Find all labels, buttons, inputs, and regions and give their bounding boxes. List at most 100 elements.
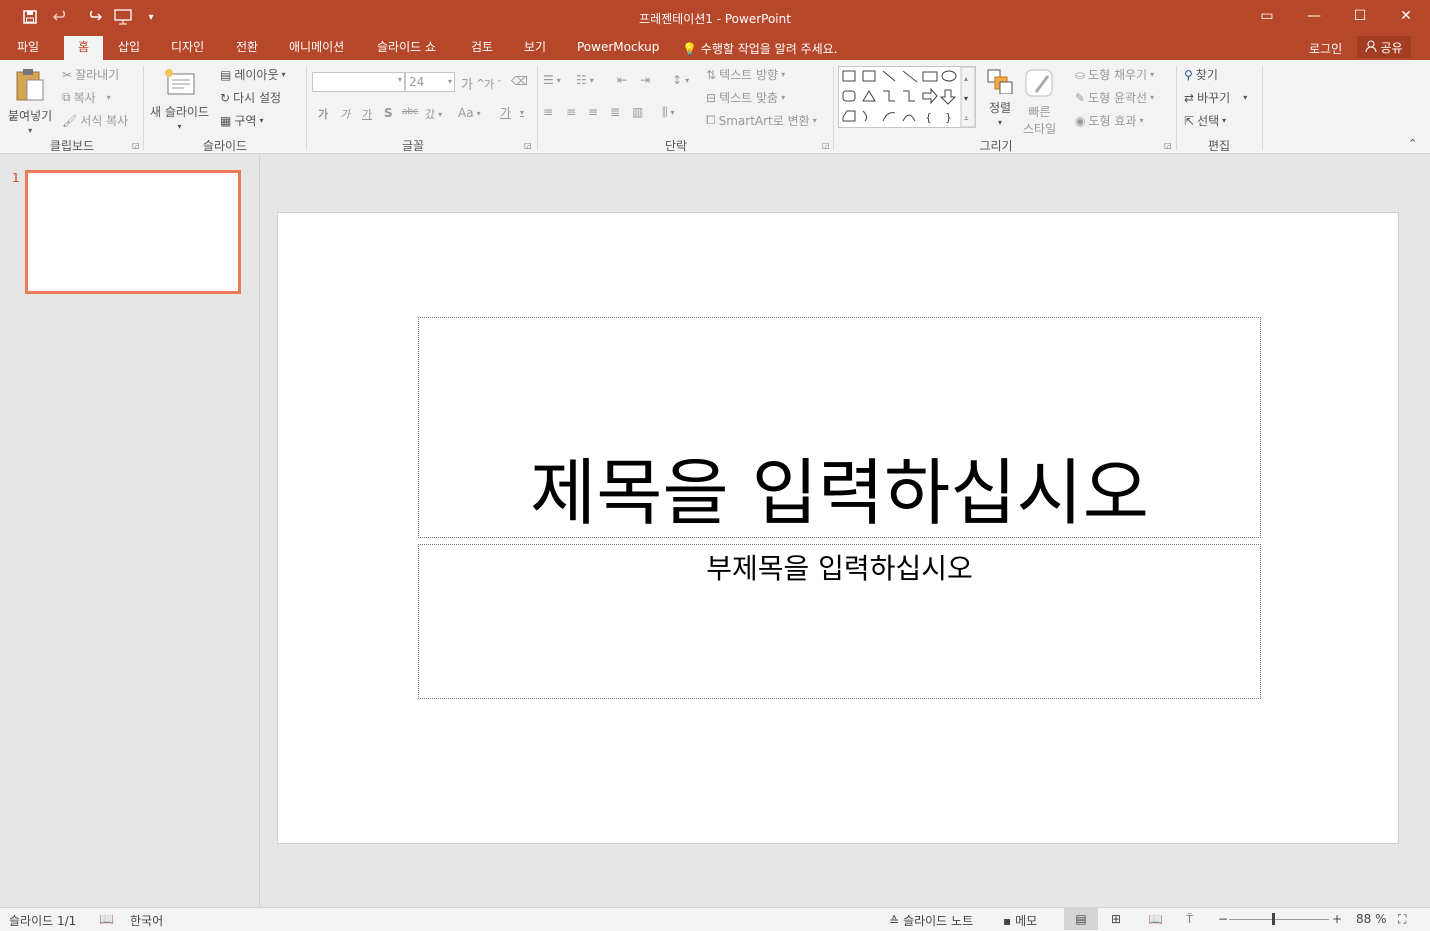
- grow-font-button[interactable]: 가 ^: [461, 74, 485, 93]
- find-button[interactable]: ⚲ 찾기: [1184, 66, 1218, 83]
- paragraph-launcher-icon[interactable]: ◲: [822, 141, 830, 150]
- zoom-out-icon[interactable]: −: [1218, 912, 1228, 926]
- tab-review[interactable]: 검토: [462, 36, 502, 60]
- subtitle-placeholder[interactable]: 부제목을 입력하십시오: [418, 544, 1261, 699]
- convert-smartart-button[interactable]: ⧠ SmartArt로 변환 ▾: [706, 112, 817, 129]
- maximize-button[interactable]: ☐: [1337, 0, 1383, 32]
- format-painter-button[interactable]: 🖌 서식 복사: [62, 112, 128, 129]
- replace-button[interactable]: ⇄ 바꾸기 ▾: [1184, 89, 1247, 106]
- character-spacing-button[interactable]: 갔 ▾: [425, 106, 442, 122]
- section-dropdown-icon: ▾: [259, 116, 264, 125]
- title-placeholder[interactable]: 제목을 입력하십시오: [418, 317, 1261, 538]
- effects-icon: ◉: [1075, 113, 1086, 128]
- slide-sorter-icon[interactable]: ⊞: [1111, 912, 1121, 926]
- tell-me-box[interactable]: 💡 수행할 작업을 알려 주세요.: [682, 40, 837, 57]
- shapes-gallery[interactable]: {} ▴ ▾ ⩡: [838, 66, 976, 128]
- tab-animations[interactable]: 애니메이션: [280, 36, 353, 60]
- align-text-button[interactable]: ⊟ 텍스트 맞춤 ▾: [706, 89, 785, 106]
- distributed-icon[interactable]: ▥: [632, 105, 643, 119]
- change-case-button[interactable]: Aa ▾: [458, 106, 481, 120]
- paste-button[interactable]: 붙여넣기 ▾: [8, 68, 52, 135]
- clipboard-launcher-icon[interactable]: ◲: [132, 141, 140, 150]
- layout-icon: ▤: [220, 67, 232, 82]
- minimize-button[interactable]: —: [1291, 0, 1337, 32]
- tab-powermockup[interactable]: PowerMockup: [568, 36, 668, 60]
- svg-text:▴: ▴: [964, 74, 968, 83]
- text-shadow-button[interactable]: S: [384, 106, 393, 120]
- smartart-label: SmartArt로 변환: [718, 114, 810, 128]
- font-launcher-icon[interactable]: ◲: [524, 141, 532, 150]
- strikethrough-button[interactable]: abc: [402, 107, 418, 117]
- chevron-down-icon: ▾: [447, 77, 452, 86]
- tab-view[interactable]: 보기: [515, 36, 555, 60]
- comments-button[interactable]: ▪ 메모: [1003, 912, 1037, 929]
- clear-formatting-icon[interactable]: ⌫: [511, 74, 528, 88]
- tab-file[interactable]: 파일: [8, 36, 48, 60]
- close-button[interactable]: ✕: [1383, 0, 1429, 32]
- tab-transitions[interactable]: 전환: [227, 36, 267, 60]
- layout-button[interactable]: ▤ 레이아웃 ▾: [220, 66, 286, 83]
- numbering-icon[interactable]: ☷ ▾: [576, 73, 594, 87]
- copy-button[interactable]: ⧉ 복사 ▾: [62, 89, 111, 106]
- normal-view-icon[interactable]: ▤: [1064, 908, 1098, 930]
- quick-styles-button[interactable]: 빠른 스타일: [1023, 68, 1056, 137]
- align-left-icon[interactable]: ≡: [543, 105, 553, 119]
- tab-home[interactable]: 홈: [64, 36, 103, 60]
- shape-fill-button[interactable]: ⛀ 도형 채우기 ▾: [1075, 66, 1154, 83]
- window-title: 프레젠테이션1 - PowerPoint: [639, 12, 791, 26]
- section-button[interactable]: ▦ 구역 ▾: [220, 112, 263, 129]
- text-direction-button[interactable]: ⇅ 텍스트 방향 ▾: [706, 66, 785, 83]
- bold-button[interactable]: 가: [318, 106, 328, 122]
- zoom-in-icon[interactable]: +: [1332, 912, 1342, 926]
- collapse-ribbon-icon[interactable]: ⌃: [1408, 137, 1417, 150]
- select-button[interactable]: ⇱ 선택 ▾: [1184, 112, 1226, 129]
- share-button[interactable]: 공유: [1357, 36, 1411, 58]
- ribbon-tabs: 파일 홈 삽입 디자인 전환 애니메이션 슬라이드 쇼 검토 보기 PowerM…: [0, 36, 1430, 60]
- reset-button[interactable]: ↻ 다시 설정: [220, 89, 281, 106]
- slideshow-view-icon[interactable]: ⍑: [1186, 912, 1193, 927]
- columns-icon[interactable]: ⫼ ▾: [662, 105, 675, 120]
- arrange-button[interactable]: 정렬 ▾: [986, 68, 1014, 127]
- zoom-slider-track[interactable]: [1229, 919, 1329, 920]
- shape-effects-button[interactable]: ◉ 도형 효과 ▾: [1075, 112, 1143, 129]
- italic-button[interactable]: 가: [340, 106, 350, 122]
- justify-icon[interactable]: ≣: [610, 105, 620, 119]
- shrink-font-button[interactable]: 가ˇ: [484, 76, 502, 92]
- text-direction-icon: ⇅: [706, 67, 717, 82]
- zoom-level[interactable]: 88 %: [1356, 912, 1387, 926]
- bullets-icon[interactable]: ☰ ▾: [543, 73, 561, 87]
- ribbon-display-options-button[interactable]: ▭: [1244, 0, 1290, 32]
- tab-design[interactable]: 디자인: [162, 36, 213, 60]
- reading-view-icon[interactable]: 📖: [1148, 912, 1163, 926]
- zoom-slider-thumb[interactable]: [1272, 913, 1275, 925]
- spelling-check-icon[interactable]: 📖: [99, 912, 114, 926]
- slide-canvas[interactable]: 제목을 입력하십시오 부제목을 입력하십시오: [277, 212, 1399, 844]
- fit-to-window-icon[interactable]: ⛶: [1398, 912, 1406, 927]
- align-center-icon[interactable]: ≡: [566, 105, 576, 119]
- decrease-indent-icon[interactable]: ⇤: [617, 73, 627, 87]
- bold-label: 가: [318, 108, 329, 121]
- login-link[interactable]: 로그인: [1309, 40, 1342, 57]
- clipboard-group-label: 클립보드: [49, 139, 95, 153]
- search-icon: ⚲: [1184, 67, 1193, 82]
- align-right-icon[interactable]: ≡: [588, 105, 598, 119]
- notes-button[interactable]: ≙ 슬라이드 노트: [889, 912, 973, 929]
- shape-outline-button[interactable]: ✎ 도형 윤곽선 ▾: [1075, 89, 1154, 106]
- slide-number: 1: [12, 171, 20, 185]
- line-spacing-icon[interactable]: ↕ ▾: [672, 73, 689, 87]
- tab-slideshow[interactable]: 슬라이드 쇼: [368, 36, 445, 60]
- language-indicator[interactable]: 한국어: [130, 912, 163, 929]
- drawing-launcher-icon[interactable]: ◲: [1164, 141, 1172, 150]
- font-color-button[interactable]: 가 ▾: [500, 104, 524, 121]
- new-slide-button[interactable]: 새 슬라이드 ▾: [150, 68, 209, 131]
- increase-indent-icon[interactable]: ⇥: [640, 73, 650, 87]
- font-name-combo[interactable]: ▾: [312, 72, 405, 92]
- cut-button[interactable]: ✂ 잘라내기: [62, 66, 119, 83]
- tab-insert[interactable]: 삽입: [109, 36, 149, 60]
- paste-icon: [14, 68, 46, 105]
- slide-thumbnail[interactable]: [25, 170, 241, 294]
- font-size-combo[interactable]: 24 ▾: [405, 72, 455, 92]
- drawing-group-label: 그리기: [979, 139, 1013, 153]
- underline-button[interactable]: 가: [362, 106, 372, 122]
- divider: [1176, 66, 1177, 150]
